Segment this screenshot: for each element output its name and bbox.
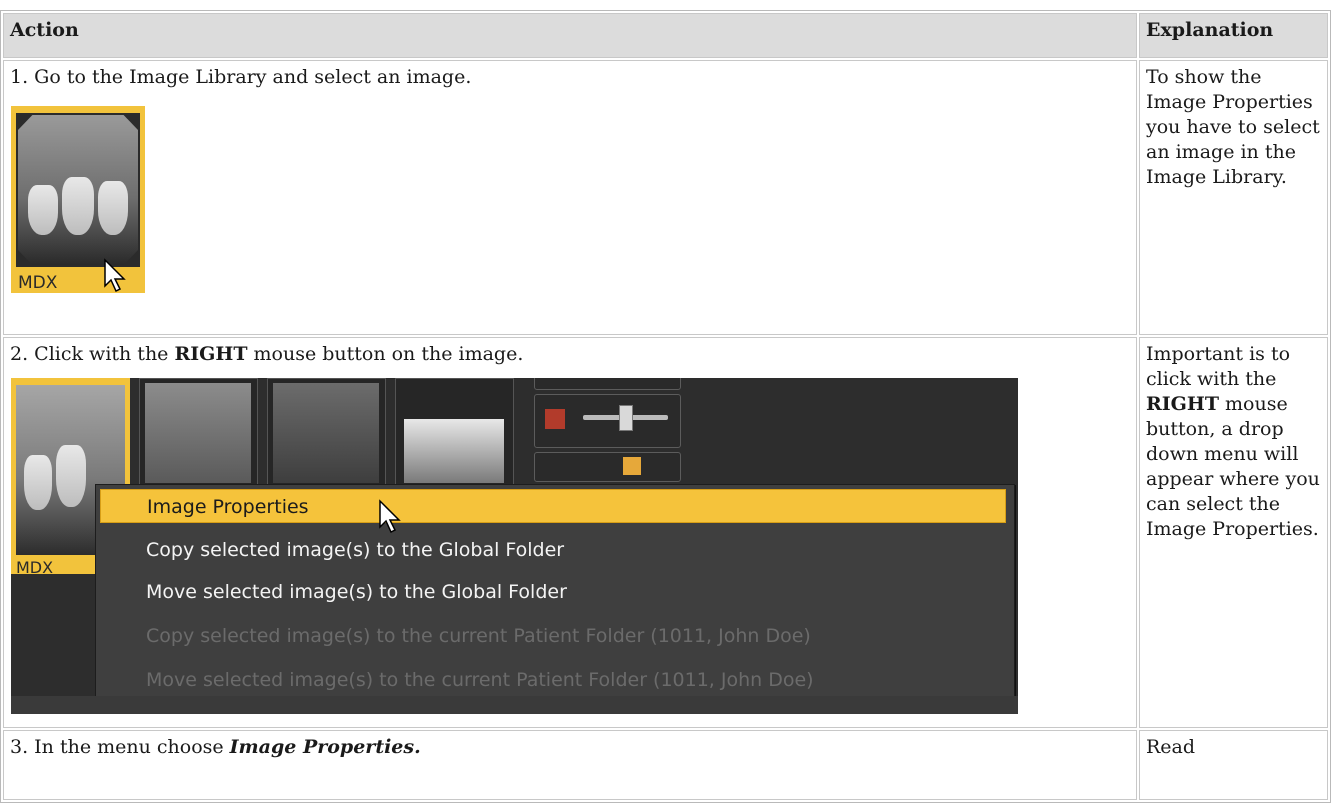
- menu-item-copy-to-global[interactable]: Copy selected image(s) to the Global Fol…: [100, 533, 1006, 567]
- context-menu: Image Properties Copy selected image(s) …: [95, 484, 1015, 714]
- step-row-1: 1. Go to the Image Library and select an…: [3, 60, 1328, 335]
- mail-icon[interactable]: [623, 457, 641, 475]
- tool-panel-top: [534, 378, 681, 390]
- header-row: Action Explanation: [3, 13, 1328, 58]
- step-2-explanation: Important is to click with the RIGHT mou…: [1139, 337, 1328, 728]
- xray-image: [18, 115, 138, 265]
- menu-item-image-properties[interactable]: Image Properties: [100, 489, 1006, 523]
- slider-panel: [534, 394, 681, 448]
- slider-handle[interactable]: [619, 405, 633, 431]
- tool-panel-bottom: [534, 452, 681, 482]
- action-header: Action: [3, 13, 1137, 58]
- xray-image: [145, 383, 251, 483]
- selection-frame-right: [140, 106, 145, 293]
- step-3-explanation: Read: [1139, 730, 1328, 800]
- selection-frame-top: [11, 106, 145, 113]
- xray-image: [273, 383, 379, 483]
- thumbnail-label: MDX: [18, 273, 58, 293]
- step-2-text: 2. Click with the RIGHT mouse button on …: [10, 343, 524, 365]
- xray-image: [404, 419, 504, 483]
- menu-item-move-to-global[interactable]: Move selected image(s) to the Global Fol…: [100, 575, 1006, 609]
- image-library-panel: MDX Image Properties Copy selected image…: [11, 378, 1018, 714]
- thumbnail-label: MDX: [16, 558, 54, 577]
- step-row-2: 2. Click with the RIGHT mouse button on …: [3, 337, 1328, 728]
- step-2-action-cell: 2. Click with the RIGHT mouse button on …: [3, 337, 1137, 728]
- step-1-text: 1. Go to the Image Library and select an…: [10, 66, 472, 88]
- explanation-header: Explanation: [1139, 13, 1328, 58]
- mouse-pointer-icon: [104, 258, 126, 293]
- step-3-action-cell: 3. In the menu choose Image Properties.: [3, 730, 1137, 800]
- step-1-explanation: To show the Image Properties you have to…: [1139, 60, 1328, 335]
- library-thumbnail-selected[interactable]: MDX: [11, 106, 145, 293]
- mouse-pointer-icon: [379, 499, 401, 534]
- step-1-action-cell: 1. Go to the Image Library and select an…: [3, 60, 1137, 335]
- close-icon[interactable]: [545, 409, 565, 429]
- selection-frame-left: [11, 106, 16, 293]
- step-row-3: 3. In the menu choose Image Properties. …: [3, 730, 1328, 800]
- instruction-table: Action Explanation 1. Go to the Image Li…: [0, 10, 1331, 803]
- menu-item-copy-to-patient: Copy selected image(s) to the current Pa…: [146, 625, 811, 647]
- library-status-bar: [11, 696, 1018, 714]
- menu-item-move-to-patient: Move selected image(s) to the current Pa…: [146, 669, 814, 691]
